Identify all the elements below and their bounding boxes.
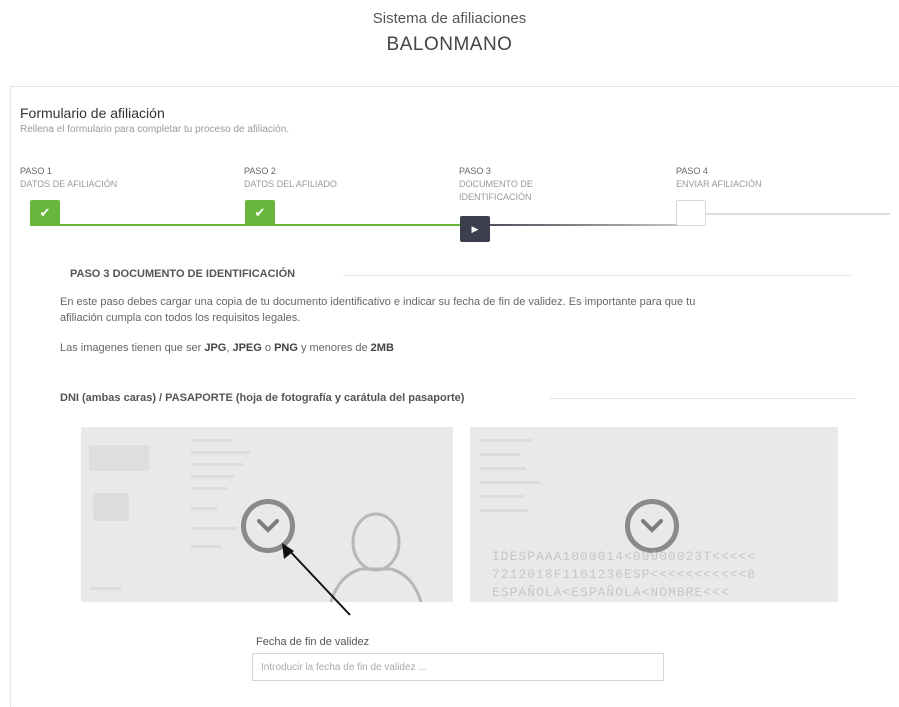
progress-line-current (460, 224, 690, 226)
system-title: Sistema de afiliaciones (372, 10, 527, 27)
formats-sep2: o (261, 342, 275, 354)
chip-icon (93, 493, 129, 521)
step-3-current-marker[interactable]: ▶ (460, 216, 490, 242)
section-divider (343, 275, 851, 276)
progress-line-pending (700, 213, 890, 215)
id-ghost-line (191, 507, 217, 510)
id-ghost-line (191, 545, 221, 548)
step-3[interactable]: PASO 3 DOCUMENTO DE IDENTIFICACIÓN (459, 165, 533, 204)
mrz-line-3: ESPAÑOLA<ESPAÑOLA<NOMBRE<<< (492, 585, 730, 600)
mrz-line-2: 7212018F1101236ESP<<<<<<<<<<<8 (492, 567, 757, 582)
section-paragraph-line1: En este paso debes cargar una copia de t… (60, 296, 696, 308)
id-front-upload[interactable] (81, 427, 453, 602)
id-ghost-line (480, 495, 524, 498)
step-1-label: DATOS DE AFILIACIÓN (20, 179, 118, 189)
id-back-upload[interactable]: IDESPAAA1000014<00000023T<<<<< 7212018F1… (470, 427, 838, 602)
id-ghost-line (480, 439, 532, 442)
id-ghost-line (191, 487, 227, 490)
id-ghost-line (191, 463, 243, 466)
mrz-line-1: IDESPAAA1000014<00000023T<<<<< (492, 549, 757, 564)
check-icon: ✔ (254, 205, 266, 220)
id-ghost-line (191, 451, 251, 454)
step-4-pending-box[interactable] (676, 200, 706, 226)
system-subtitle: BALONMANO (386, 34, 513, 55)
step-4-label: ENVIAR AFILIACIÓN (676, 179, 762, 189)
id-ghost-line (91, 587, 121, 590)
step-2-number: PASO 2 (244, 166, 276, 176)
step-3-number: PASO 3 (459, 166, 491, 176)
id-ghost-line (480, 453, 520, 456)
formats-prefix: Las imagenes tienen que ser (60, 342, 205, 354)
step-4[interactable]: PASO 4 ENVIAR AFILIACIÓN (676, 165, 762, 191)
format-jpeg: JPEG (232, 342, 262, 354)
id-ghost-line (191, 527, 237, 530)
step-2-label: DATOS DEL AFILIADO (244, 179, 337, 189)
form-description: Rellena el formulario para completar tu … (20, 124, 290, 135)
id-ghost-line (480, 509, 528, 512)
upload-heading: DNI (ambas caras) / PASAPORTE (hoja de f… (60, 392, 465, 404)
format-jpg: JPG (204, 342, 227, 354)
step-3-label-line2: IDENTIFICACIÓN (459, 192, 532, 202)
check-icon: ✔ (39, 205, 51, 220)
form-title: Formulario de afiliación (20, 105, 165, 121)
chevron-down-icon[interactable] (625, 499, 679, 553)
step-1-done-check[interactable]: ✔ (30, 200, 60, 226)
step-3-label-line1: DOCUMENTO DE (459, 179, 533, 189)
section-paragraph-line2: afiliación cumpla con todos los requisit… (60, 312, 301, 324)
step-1[interactable]: PASO 1 DATOS DE AFILIACIÓN (20, 165, 117, 191)
step-4-number: PASO 4 (676, 166, 708, 176)
play-icon: ▶ (471, 223, 479, 234)
annotation-arrow-icon (282, 543, 351, 616)
validity-label: Fecha de fin de validez (256, 636, 370, 648)
id-ghost-line (480, 481, 540, 484)
section-heading: PASO 3 DOCUMENTO DE IDENTIFICACIÓN (70, 268, 296, 280)
id-ghost-line (191, 439, 231, 442)
size-prefix: y menores de (297, 342, 371, 354)
formats-note: Las imagenes tienen que ser JPG, JPEG o … (60, 340, 394, 356)
size-value: 2MB (370, 342, 394, 354)
upload-divider (550, 398, 855, 399)
id-front-flag (89, 445, 149, 471)
id-ghost-line (191, 475, 235, 478)
validity-date-input[interactable] (252, 653, 664, 681)
step-2[interactable]: PASO 2 DATOS DEL AFILIADO (244, 165, 337, 191)
id-ghost-line (480, 467, 526, 470)
step-2-done-check[interactable]: ✔ (245, 200, 275, 226)
step-1-number: PASO 1 (20, 166, 52, 176)
format-png: PNG (274, 342, 298, 354)
